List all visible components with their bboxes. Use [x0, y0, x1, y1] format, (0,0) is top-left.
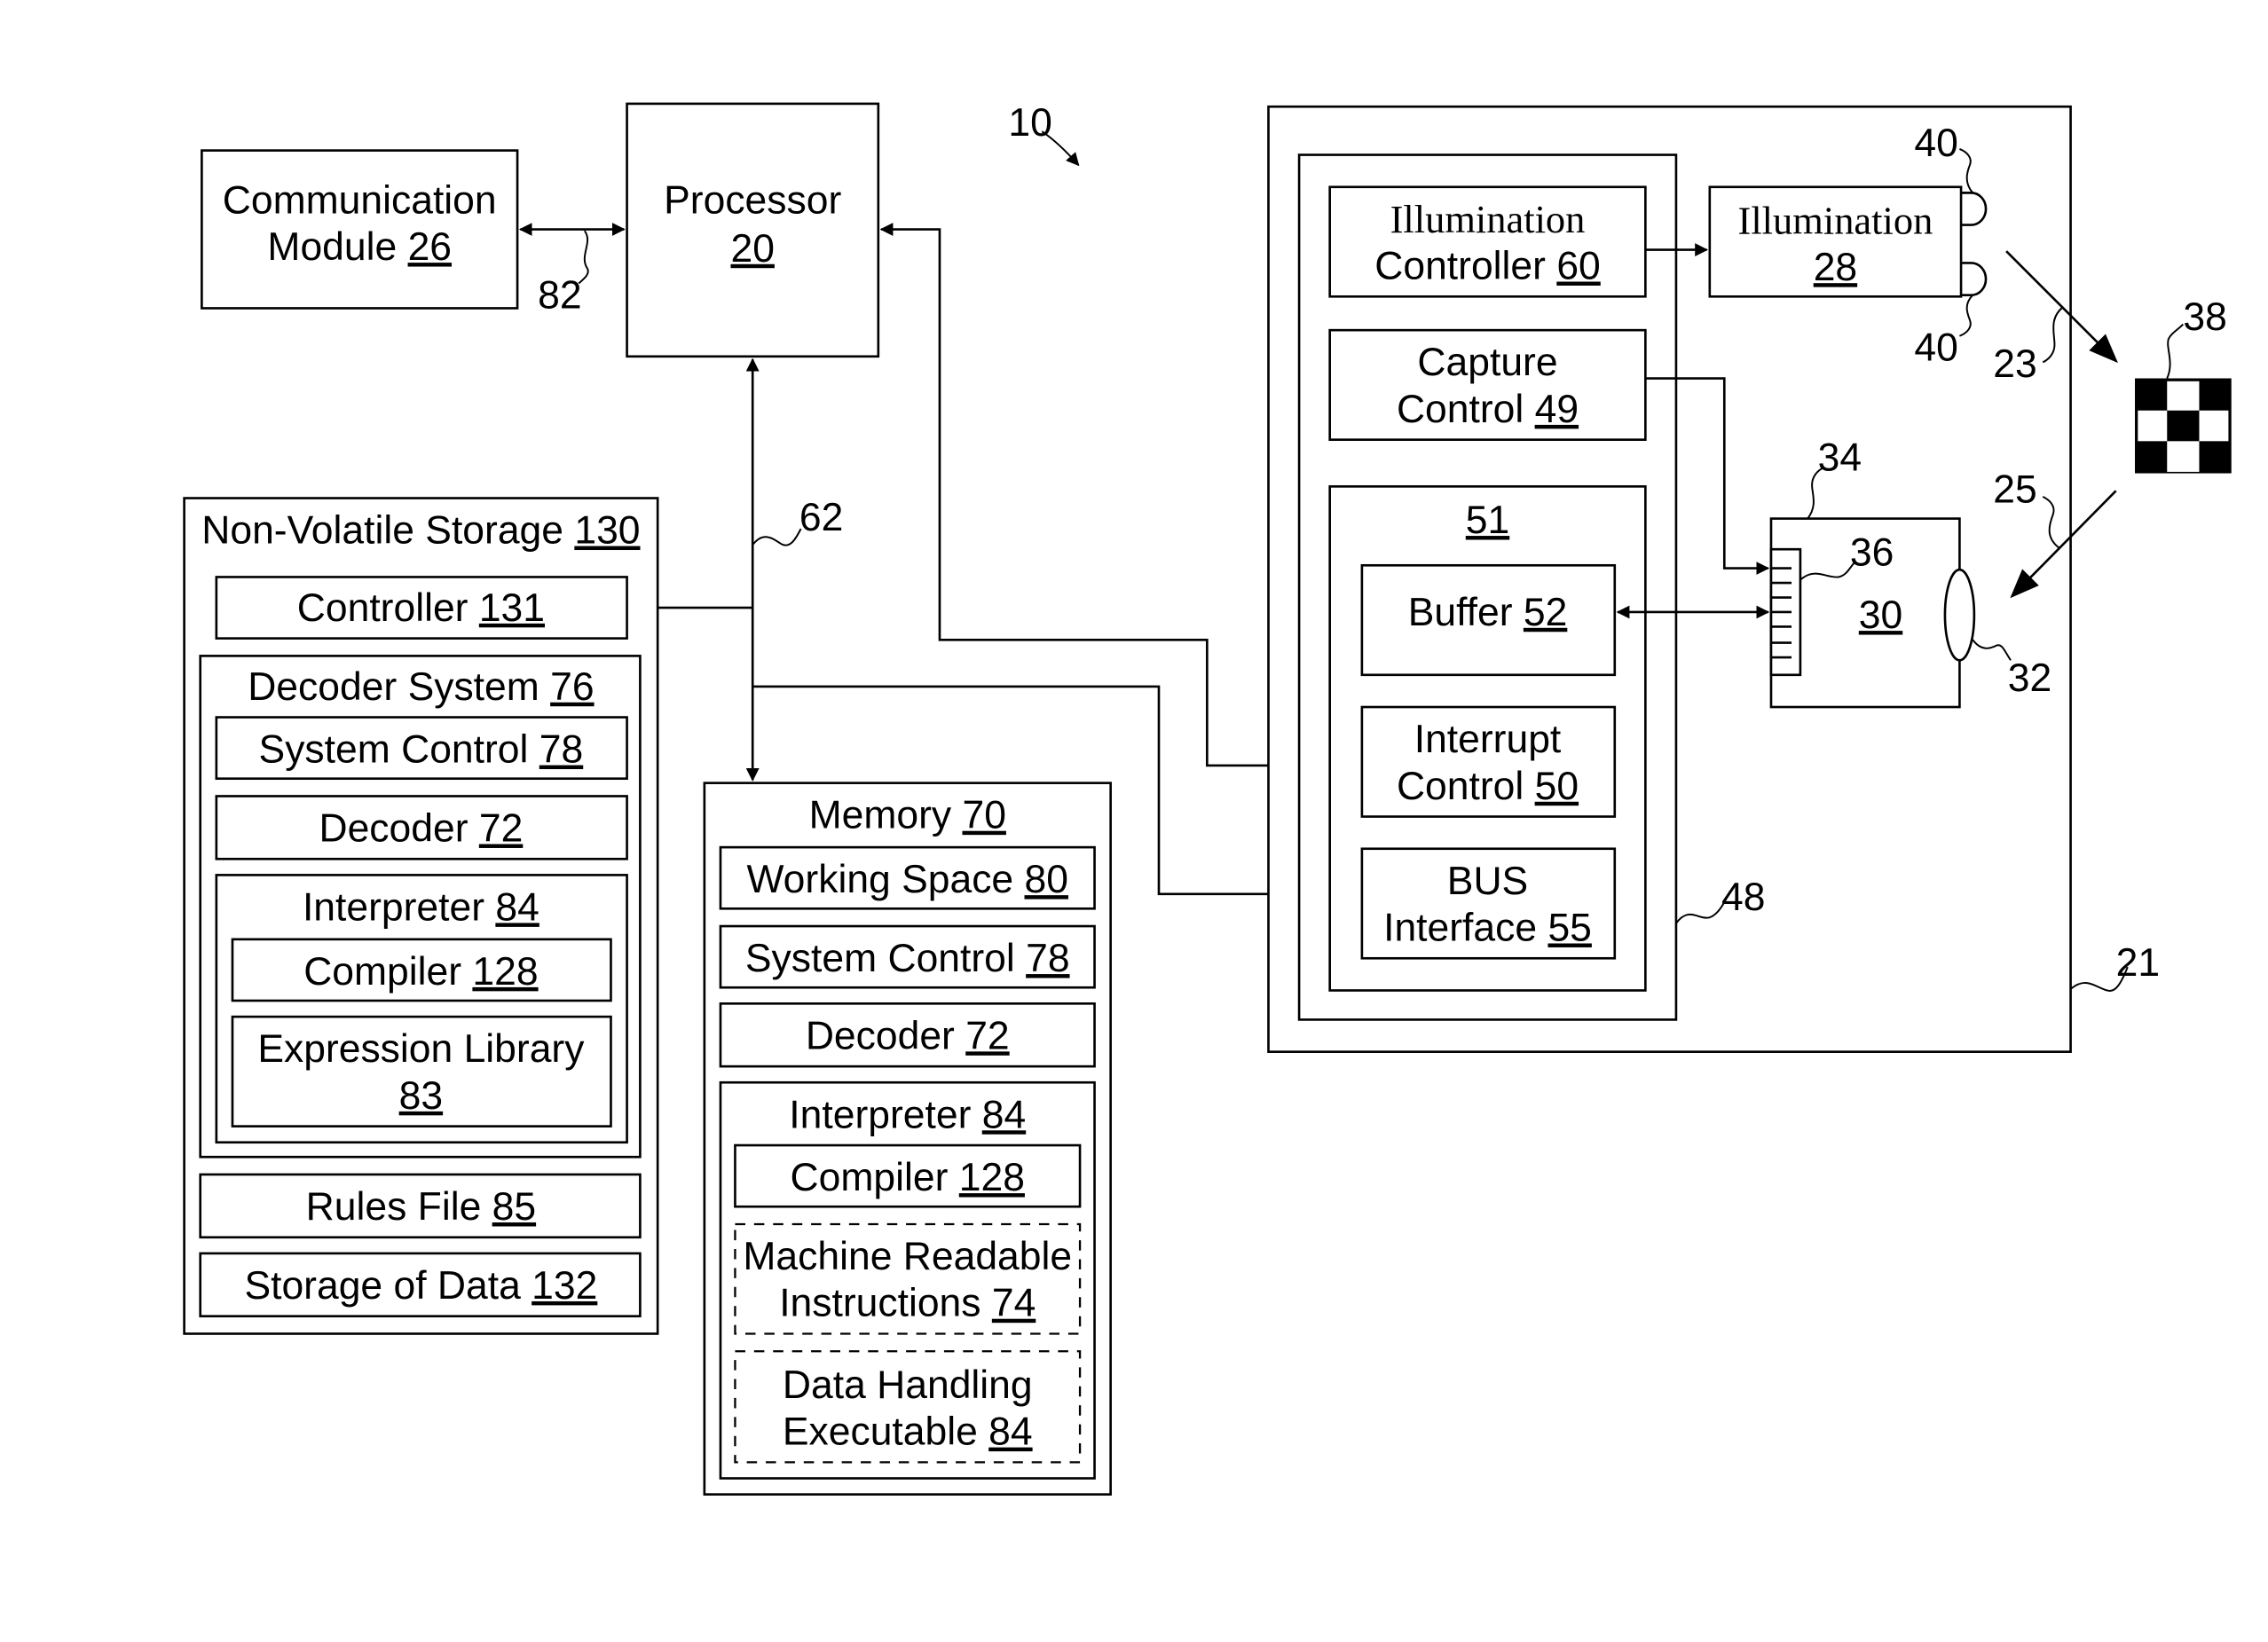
mem-compiler-block[interactable]: Compiler 128	[734, 1143, 1082, 1208]
nvs-storage-of-data-label: Storage of Data 132	[244, 1264, 597, 1308]
target-symbol-38	[2135, 378, 2232, 474]
interrupt-control-line1: Interrupt	[1414, 718, 1562, 761]
communication-module-line1: Communication	[223, 178, 497, 222]
illumination-controller-line1: Illumination	[1390, 197, 1586, 241]
imager-ref: 30	[1859, 593, 1902, 637]
bus-interface-block[interactable]: BUS Interface 55	[1360, 847, 1617, 960]
nvs-compiler-block[interactable]: Compiler 128	[231, 938, 612, 1002]
capture-control-line1: Capture	[1417, 341, 1557, 384]
mem-decoder-label: Decoder 72	[806, 1014, 1010, 1057]
communication-module-line2: Module 26	[267, 225, 452, 269]
nvs-decoder-system-label: Decoder System 76	[248, 665, 594, 709]
nvs-controller-block[interactable]: Controller 131	[215, 576, 628, 640]
bus-interface-line2: Interface 55	[1383, 907, 1592, 950]
block-51[interactable]: 51 Buffer 52 Interrupt Control 50 BUS In…	[1328, 485, 1647, 992]
nvs-interpreter-label: Interpreter 84	[303, 885, 539, 929]
target-38-label: 38	[2183, 295, 2226, 339]
processor-label: Processor	[664, 178, 841, 222]
illumination-ref: 28	[1814, 246, 1857, 289]
nvs-decoder-label: Decoder 72	[319, 807, 523, 851]
illumination-label: Illumination	[1738, 198, 1933, 242]
mem-machine-readable-line2: Instructions 74	[779, 1282, 1036, 1325]
light-40-top-label: 40	[1914, 122, 1957, 165]
block-51-ref: 51	[1466, 499, 1509, 542]
nvs-rules-file-label: Rules File 85	[306, 1185, 536, 1229]
processor-block[interactable]: Processor 20	[626, 102, 880, 358]
nvs-storage-of-data-block[interactable]: Storage of Data 132	[199, 1252, 642, 1318]
image-sensor-36	[1769, 547, 1802, 677]
communication-module-ref: 26	[408, 225, 452, 269]
imager-34-label: 34	[1818, 436, 1862, 479]
illumination-controller-block[interactable]: Illumination Controller 60	[1328, 185, 1647, 298]
nvs-decoder-block[interactable]: Decoder 72	[215, 795, 628, 860]
mem-working-space-block[interactable]: Working Space 80	[719, 845, 1096, 910]
nvs-controller-label: Controller 131	[297, 586, 545, 630]
capture-control-block[interactable]: Capture Control 49	[1328, 328, 1647, 441]
memory-title: Memory 70	[809, 794, 1006, 837]
ray-25-label: 25	[1993, 467, 2036, 511]
mem-working-space-label: Working Space 80	[747, 858, 1068, 901]
link-82-label: 82	[538, 273, 581, 317]
mem-machine-readable-line1: Machine Readable	[743, 1235, 1072, 1278]
bus-62-label: 62	[799, 496, 843, 539]
mem-interpreter-block[interactable]: Interpreter 84 Compiler 128 Machine Read…	[719, 1080, 1096, 1480]
block-diagram: 10 Communication Module 26 Processor 20 …	[183, 101, 2232, 1496]
buffer-block[interactable]: Buffer 52	[1360, 563, 1617, 677]
nvs-rules-file-block[interactable]: Rules File 85	[199, 1173, 642, 1239]
mem-decoder-block[interactable]: Decoder 72	[719, 1002, 1096, 1068]
mem-compiler-label: Compiler 128	[791, 1156, 1025, 1199]
bus-62-leader	[752, 528, 802, 546]
target-38-leader	[2166, 323, 2185, 379]
system-ref-label: 10	[1008, 101, 1051, 145]
sensor-36-label: 36	[1850, 530, 1894, 574]
interrupt-control-block[interactable]: Interrupt Control 50	[1360, 705, 1617, 818]
ray-23-label: 23	[1993, 342, 2036, 386]
communication-module-block[interactable]: Communication Module 26	[201, 149, 519, 310]
nvs-interpreter-block[interactable]: Interpreter 84 Compiler 128 Expression L…	[215, 874, 628, 1144]
nvs-expression-library-label: Expression Library	[257, 1027, 585, 1071]
mem-data-handling-line2: Executable 84	[783, 1410, 1033, 1454]
nvs-expression-library-ref: 83	[399, 1074, 443, 1118]
nvs-system-control-label: System Control 78	[259, 728, 584, 772]
memory-block[interactable]: Memory 70 Working Space 80 System Contro…	[703, 782, 1112, 1496]
mem-machine-readable-block[interactable]: Machine Readable Instructions 74	[734, 1222, 1082, 1335]
nvs-title: Non-Volatile Storage 130	[201, 509, 640, 553]
nvs-system-control-block[interactable]: System Control 78	[215, 716, 628, 781]
capture-control-line2: Control 49	[1397, 388, 1579, 431]
illumination-controller-line2: Controller 60	[1374, 245, 1601, 288]
interrupt-control-line2: Control 50	[1397, 765, 1579, 808]
non-volatile-storage-block[interactable]: Non-Volatile Storage 130 Controller 131 …	[183, 497, 659, 1335]
nvs-decoder-system-block[interactable]: Decoder System 76 System Control 78 Deco…	[199, 655, 642, 1159]
nvs-expression-library-block[interactable]: Expression Library 83	[231, 1015, 612, 1127]
mem-data-handling-line1: Data Handling	[783, 1363, 1033, 1407]
bus-interface-line1: BUS	[1447, 860, 1528, 903]
module-21-label: 21	[2116, 941, 2160, 985]
lens-32-label: 32	[2008, 656, 2051, 700]
light-40-bottom-label: 40	[1914, 326, 1957, 370]
mem-interpreter-label: Interpreter 84	[789, 1093, 1026, 1136]
processor-ref: 20	[730, 227, 774, 271]
mem-system-control-label: System Control 78	[745, 937, 1070, 980]
illumination-block[interactable]: Illumination 28	[1708, 185, 1963, 298]
buffer-label: Buffer 52	[1408, 591, 1568, 634]
mem-data-handling-block[interactable]: Data Handling Executable 84	[734, 1350, 1082, 1464]
module-48-label: 48	[1721, 876, 1765, 919]
patent-figure: 10 Communication Module 26 Processor 20 …	[0, 0, 2268, 1638]
nvs-compiler-label: Compiler 128	[303, 950, 538, 994]
lens-32-icon	[1943, 568, 1976, 662]
mem-system-control-block[interactable]: System Control 78	[719, 924, 1096, 989]
